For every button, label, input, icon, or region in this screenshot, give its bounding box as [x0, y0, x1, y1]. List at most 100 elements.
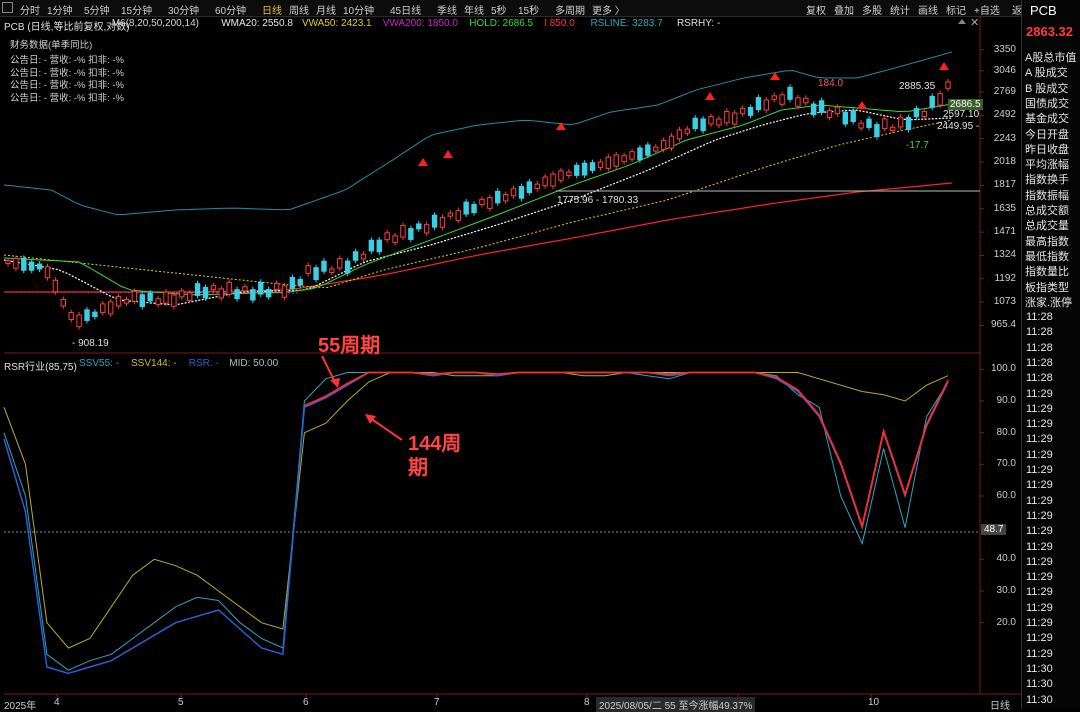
rsr-current-value: 48.7: [981, 524, 1007, 535]
info-item[interactable]: A 股成交: [1025, 64, 1079, 80]
candle-body: [787, 86, 793, 100]
info-item[interactable]: 昨日收盘: [1025, 141, 1079, 157]
time-entry: 11:29: [1026, 433, 1053, 446]
time-entry: 11:29: [1026, 647, 1053, 660]
annotation-55-period: 55周期: [318, 335, 381, 357]
main-y-tick-label: 2492: [993, 109, 1016, 121]
candle-body: [131, 290, 138, 302]
rsr-red-segment: [304, 371, 949, 530]
candle-body: [708, 116, 714, 125]
time-entry: 11:29: [1026, 479, 1053, 492]
legend-item-2: VWA50: 2423.1: [301, 18, 372, 29]
candle-body: [629, 151, 635, 160]
time-entry: 11:29: [1026, 540, 1053, 553]
candle-body: [28, 261, 35, 271]
time-entry: 11:29: [1026, 617, 1053, 629]
candle-body: [179, 290, 185, 298]
info-item[interactable]: 总成交量: [1025, 217, 1079, 233]
info-item[interactable]: 最低指数: [1025, 248, 1079, 264]
info-item[interactable]: 国债成交: [1025, 95, 1079, 111]
sub-y-tick-label: 100.0: [990, 363, 1016, 375]
legend-item-7: RSRHY: -: [676, 18, 721, 29]
candle-body: [384, 232, 390, 241]
period-label: 日线: [990, 701, 1010, 712]
candle-body: [834, 106, 841, 115]
wma20-series: [3, 109, 953, 306]
candle-body: [502, 193, 509, 202]
main-y-tick-label: 1192: [994, 272, 1016, 284]
candle-body: [542, 176, 548, 187]
candle-body: [597, 161, 604, 169]
candle-body: [44, 266, 51, 279]
time-entry: 11:28: [1026, 372, 1053, 385]
sub-y-tick-label: 40.0: [996, 553, 1016, 565]
info-item[interactable]: 指数振幅: [1025, 187, 1079, 203]
candle-body: [147, 292, 153, 302]
candle-body: [155, 298, 161, 305]
label-high-2885: 2885.35: [899, 81, 936, 92]
signal-triangle: [418, 158, 428, 166]
candle-body: [258, 281, 264, 295]
info-item[interactable]: 今日开盘: [1025, 126, 1079, 142]
label-184: 184.0: [818, 78, 844, 89]
annotation-144-period: 144周期: [408, 433, 462, 479]
x-tick-label: 10: [868, 697, 880, 708]
sub-y-tick-label: 90.0: [996, 395, 1016, 406]
rsline-series: [3, 51, 953, 216]
candle-body: [171, 294, 177, 307]
main-y-tick-label: 3046: [993, 64, 1016, 76]
candle-body: [771, 95, 777, 100]
time-entry: 11:29: [1026, 555, 1053, 568]
right-info-panel: PCB 2863.32 A股总市值 A 股成交 B 股成交 国债成交 基金成交 今日开盘昨…: [1021, 0, 1080, 709]
time-entry: 11:29: [1026, 402, 1053, 415]
time-entry: 11:29: [1026, 494, 1053, 507]
candle-body: [368, 239, 375, 252]
candle-body: [439, 217, 446, 228]
info-item[interactable]: 指数量比: [1025, 263, 1079, 279]
candle-body: [945, 81, 951, 89]
signal-triangle: [939, 62, 949, 70]
candle-body: [574, 164, 580, 176]
x-tick-label: 5: [178, 697, 184, 708]
info-item[interactable]: 指数换手: [1025, 171, 1079, 187]
info-item[interactable]: 平均涨幅: [1025, 156, 1079, 172]
legend-item-3: RSR: -: [188, 358, 219, 369]
candle-body: [186, 292, 193, 301]
info-item[interactable]: A股总市值: [1025, 49, 1079, 65]
candle-body: [21, 257, 27, 271]
info-item[interactable]: 最高指数: [1025, 233, 1079, 249]
candle-body: [621, 155, 627, 163]
candle-body: [605, 156, 612, 169]
candle-body: [329, 268, 335, 273]
candle-body: [5, 260, 11, 264]
info-item[interactable]: 基金成交: [1025, 110, 1079, 126]
candle-body: [463, 201, 469, 215]
info-item[interactable]: 涨家.涨停: [1025, 294, 1079, 310]
close-x-icon: ✕: [970, 17, 979, 29]
candle-body: [874, 124, 880, 138]
candle-body: [194, 283, 201, 296]
candle-body: [115, 296, 122, 307]
time-entry: 11:29: [1026, 571, 1053, 584]
candle-body: [100, 303, 106, 314]
legend-item-4: HOLD: 2686.5: [469, 18, 534, 29]
signal-triangle: [857, 101, 867, 109]
info-item[interactable]: 板指类型: [1025, 279, 1079, 295]
rsr-series: [3, 371, 949, 675]
candle-body: [937, 93, 943, 106]
label-low-908: - 908.19: [72, 338, 109, 349]
legend-item-3: VWA200: 1850.0: [382, 18, 458, 29]
candle-body: [139, 294, 145, 308]
candle-body: [779, 94, 785, 105]
candle-body: [921, 110, 928, 117]
legend-item-0: M6(8,20,50,200,14): [111, 18, 199, 29]
candle-body: [882, 118, 888, 130]
info-item[interactable]: 总成交额: [1025, 202, 1079, 218]
sub-y-tick-label: 30.0: [996, 585, 1016, 596]
ssv144-series: [3, 372, 949, 649]
candle-body: [526, 181, 533, 193]
info-item[interactable]: B 股成交: [1025, 80, 1079, 96]
label-neg-17: -17.7: [906, 140, 929, 151]
candle-body: [13, 258, 19, 269]
candle-body: [637, 147, 643, 161]
